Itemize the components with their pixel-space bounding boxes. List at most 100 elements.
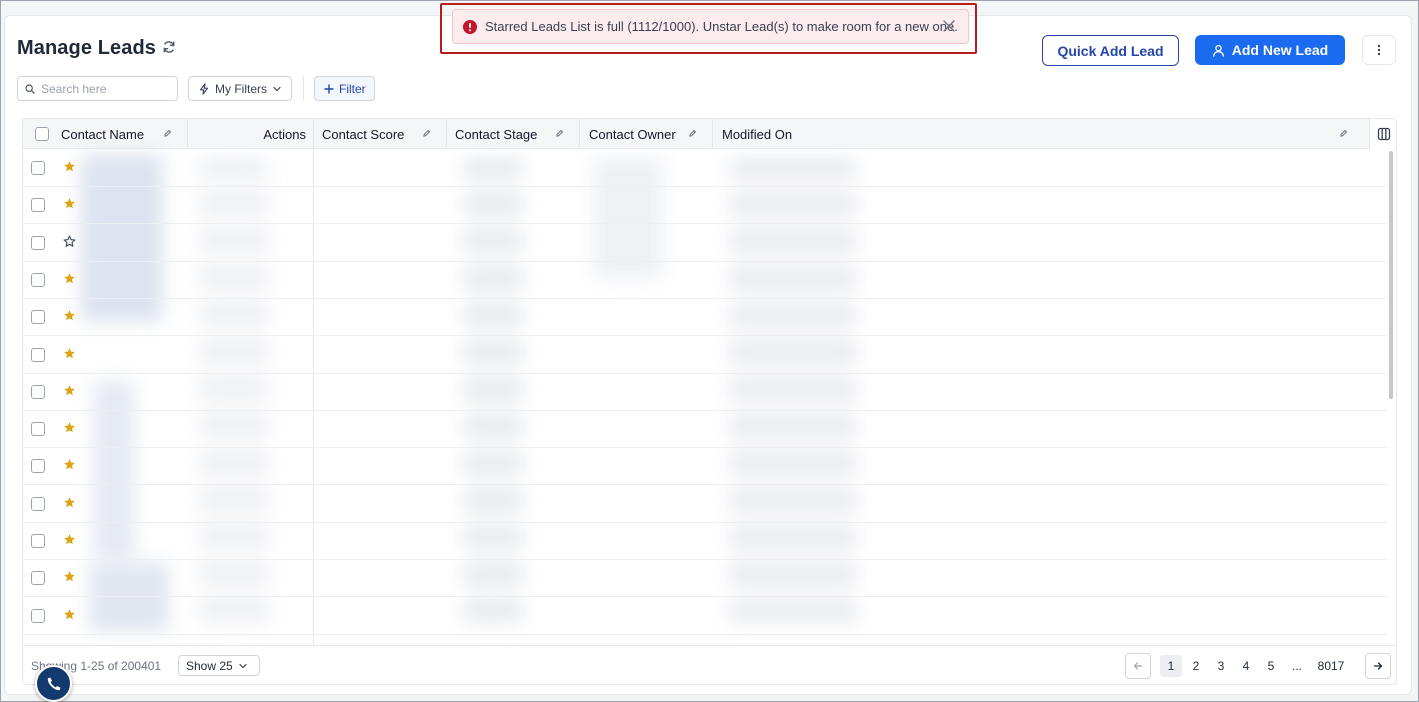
row-checkbox[interactable]: [31, 608, 45, 623]
select-all-checkbox[interactable]: [35, 127, 49, 141]
toast-message: Starred Leads List is full (1112/1000). …: [485, 19, 958, 34]
more-options-button[interactable]: [1362, 35, 1396, 65]
arrow-right-icon: [1373, 662, 1383, 670]
my-filters-label: My Filters: [215, 81, 267, 96]
star-filled-icon[interactable]: [63, 197, 76, 210]
page-size-label: Show 25: [186, 658, 233, 673]
column-settings-button[interactable]: [1369, 119, 1396, 149]
column-header-contact-name[interactable]: Contact Name: [61, 119, 188, 149]
add-new-lead-label: Add New Lead: [1231, 42, 1329, 58]
star-filled-icon[interactable]: [63, 421, 76, 434]
star-filled-icon[interactable]: [63, 458, 76, 471]
table-scrollbar[interactable]: [1389, 151, 1393, 399]
column-header-label: Actions: [263, 126, 306, 142]
table-row[interactable]: [23, 523, 1387, 560]
star-filled-icon[interactable]: [63, 347, 76, 360]
page-button-1[interactable]: 1: [1160, 655, 1182, 677]
table-row[interactable]: [23, 262, 1387, 299]
bolt-icon: [199, 82, 209, 95]
star-filled-icon[interactable]: [63, 309, 76, 322]
column-header-contact-stage[interactable]: Contact Stage: [447, 119, 580, 149]
table-row[interactable]: [23, 225, 1387, 262]
table-row[interactable]: [23, 337, 1387, 374]
chevron-down-icon: [273, 86, 281, 91]
row-checkbox[interactable]: [31, 422, 45, 437]
star-filled-icon[interactable]: [63, 608, 76, 621]
column-header-contact-score[interactable]: Contact Score: [314, 119, 447, 149]
column-header-label: Contact Score: [322, 126, 405, 142]
table-footer: Showing 1-25 of 200401 Show 25 1 2 3 4 5…: [23, 645, 1396, 684]
edit-icon[interactable]: [422, 129, 431, 138]
table-row[interactable]: [23, 299, 1387, 337]
star-filled-icon[interactable]: [63, 384, 76, 397]
star-outline-icon[interactable]: [63, 235, 76, 248]
column-header-label: Modified On: [722, 126, 793, 142]
my-filters-dropdown[interactable]: My Filters: [188, 76, 292, 101]
row-checkbox[interactable]: [31, 161, 45, 175]
columns-icon: [1377, 127, 1390, 141]
arrow-left-icon: [1133, 662, 1143, 670]
edit-icon[interactable]: [688, 129, 697, 138]
quick-add-lead-button[interactable]: Quick Add Lead: [1042, 35, 1179, 66]
close-icon[interactable]: [942, 19, 956, 33]
page-button-4[interactable]: 4: [1236, 653, 1256, 679]
row-checkbox[interactable]: [31, 571, 45, 586]
error-icon: [463, 19, 477, 34]
add-new-lead-button[interactable]: Add New Lead: [1195, 35, 1345, 65]
toolbar-divider: [303, 76, 304, 101]
table-body: [23, 150, 1396, 635]
search-input[interactable]: [41, 81, 161, 96]
edit-icon[interactable]: [1339, 129, 1348, 138]
filter-button[interactable]: Filter: [314, 76, 375, 101]
header-select-all-cell: [23, 119, 61, 149]
user-add-icon: [1212, 44, 1224, 57]
star-filled-icon[interactable]: [63, 570, 76, 583]
row-checkbox[interactable]: [31, 534, 45, 548]
table-row[interactable]: [23, 374, 1387, 411]
page-button-3[interactable]: 3: [1211, 653, 1231, 679]
edit-icon[interactable]: [555, 129, 564, 138]
table-row[interactable]: [23, 560, 1387, 598]
refresh-icon[interactable]: [162, 40, 176, 54]
star-filled-icon[interactable]: [63, 272, 76, 285]
row-checkbox[interactable]: [31, 198, 45, 213]
row-checkbox[interactable]: [31, 384, 45, 399]
star-filled-icon[interactable]: [63, 160, 76, 173]
page-button-2[interactable]: 2: [1186, 653, 1206, 679]
table-row[interactable]: [23, 598, 1387, 635]
table-row[interactable]: [23, 411, 1387, 449]
row-checkbox[interactable]: [31, 496, 45, 511]
page-button-last[interactable]: 8017: [1313, 653, 1349, 679]
column-header-modified-on[interactable]: Modified On: [713, 119, 1353, 149]
page-button-5[interactable]: 5: [1261, 653, 1281, 679]
column-header-contact-owner[interactable]: Contact Owner: [580, 119, 713, 149]
star-filled-icon[interactable]: [63, 533, 76, 546]
page-ellipsis: ...: [1291, 659, 1302, 673]
table-header: Contact Name Actions Contact Score Conta…: [23, 119, 1396, 149]
table-row[interactable]: [23, 448, 1387, 486]
phone-call-button[interactable]: [35, 665, 72, 702]
search-box[interactable]: [17, 76, 178, 101]
next-page-button[interactable]: [1365, 653, 1391, 679]
phone-icon: [47, 677, 60, 690]
prev-page-button[interactable]: [1125, 653, 1151, 679]
quick-add-lead-label: Quick Add Lead: [1057, 42, 1164, 59]
page-size-select[interactable]: Show 25: [178, 655, 260, 676]
row-checkbox[interactable]: [31, 459, 45, 474]
table-row[interactable]: [23, 486, 1387, 523]
error-toast: Starred Leads List is full (1112/1000). …: [452, 9, 969, 44]
filter-label: Filter: [339, 81, 366, 96]
row-checkbox[interactable]: [31, 235, 45, 250]
chevron-down-icon: [239, 663, 247, 668]
table-row[interactable]: [23, 150, 1387, 187]
column-header-label: Contact Owner: [589, 126, 676, 142]
leads-table: Contact Name Actions Contact Score Conta…: [22, 118, 1397, 685]
row-checkbox[interactable]: [31, 347, 45, 362]
edit-icon[interactable]: [163, 129, 172, 138]
column-header-actions[interactable]: Actions: [188, 119, 314, 149]
search-icon: [25, 83, 35, 94]
row-checkbox[interactable]: [31, 310, 45, 325]
star-filled-icon[interactable]: [63, 496, 76, 509]
row-checkbox[interactable]: [31, 272, 45, 287]
table-row[interactable]: [23, 187, 1387, 225]
